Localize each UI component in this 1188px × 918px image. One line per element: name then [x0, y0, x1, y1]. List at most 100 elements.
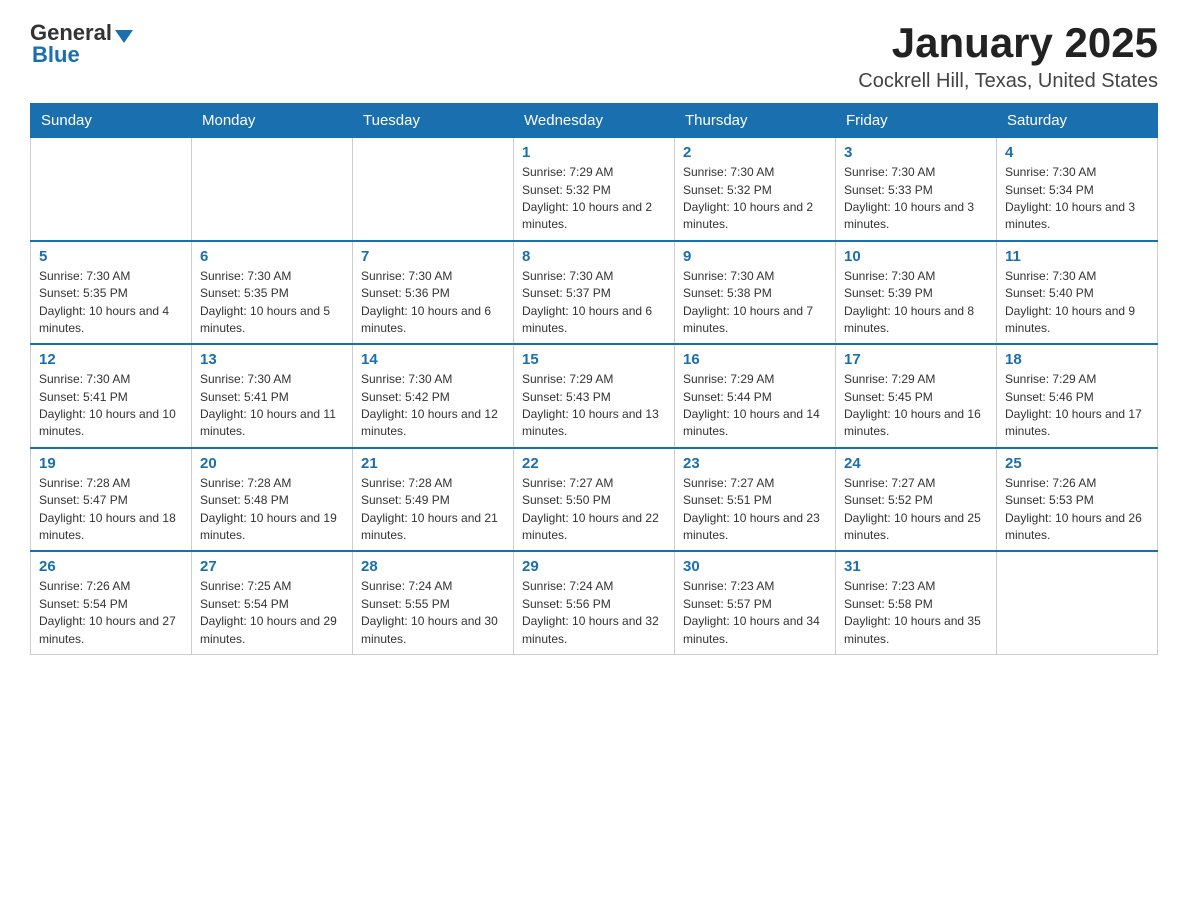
day-details: Sunrise: 7:29 AMSunset: 5:46 PMDaylight:…	[1005, 371, 1149, 441]
calendar-cell: 5 Sunrise: 7:30 AMSunset: 5:35 PMDaylight…	[31, 241, 192, 345]
calendar-cell: 25 Sunrise: 7:26 AMSunset: 5:53 PMDayligh…	[997, 448, 1158, 552]
day-details: Sunrise: 7:29 AMSunset: 5:43 PMDaylight:…	[522, 371, 666, 441]
calendar-cell: 31Sunrise: 7:23 AMSunset: 5:58 PMDayligh…	[836, 551, 997, 654]
calendar-cell: 29 Sunrise: 7:24 AMSunset: 5:56 PMDayligh…	[514, 551, 675, 654]
day-number: 9	[683, 248, 827, 265]
calendar-cell: 19Sunrise: 7:28 AMSunset: 5:47 PMDayligh…	[31, 448, 192, 552]
day-number: 30	[683, 558, 827, 575]
day-details: Sunrise: 7:30 AMSunset: 5:40 PMDaylight:…	[1005, 268, 1149, 338]
calendar-cell: 2 Sunrise: 7:30 AMSunset: 5:32 PMDaylight…	[675, 138, 836, 241]
day-number: 20	[200, 455, 344, 472]
calendar-cell: 7Sunrise: 7:30 AMSunset: 5:36 PMDaylight…	[353, 241, 514, 345]
calendar-cell: 10Sunrise: 7:30 AMSunset: 5:39 PMDayligh…	[836, 241, 997, 345]
page-header: General Blue January 2025 Cockrell Hill,…	[30, 20, 1158, 93]
calendar-cell: 30 Sunrise: 7:23 AMSunset: 5:57 PMDayligh…	[675, 551, 836, 654]
logo-arrow-icon	[115, 30, 133, 43]
calendar-cell: 14 Sunrise: 7:30 AMSunset: 5:42 PMDayligh…	[353, 344, 514, 448]
day-number: 12	[39, 351, 183, 368]
calendar-week-row: 19Sunrise: 7:28 AMSunset: 5:47 PMDayligh…	[31, 448, 1158, 552]
day-details: Sunrise: 7:23 AMSunset: 5:58 PMDaylight:…	[844, 578, 988, 648]
calendar-week-row: 5 Sunrise: 7:30 AMSunset: 5:35 PMDaylight…	[31, 241, 1158, 345]
calendar-cell: 9 Sunrise: 7:30 AMSunset: 5:38 PMDaylight…	[675, 241, 836, 345]
calendar-cell: 12Sunrise: 7:30 AMSunset: 5:41 PMDayligh…	[31, 344, 192, 448]
day-details: Sunrise: 7:30 AMSunset: 5:42 PMDaylight:…	[361, 371, 505, 441]
calendar-cell	[353, 138, 514, 241]
calendar-header-cell-friday: Friday	[836, 104, 997, 138]
day-details: Sunrise: 7:27 AMSunset: 5:52 PMDaylight:…	[844, 475, 988, 545]
calendar-cell: 23 Sunrise: 7:27 AMSunset: 5:51 PMDayligh…	[675, 448, 836, 552]
day-details: Sunrise: 7:30 AMSunset: 5:34 PMDaylight:…	[1005, 164, 1149, 234]
day-details: Sunrise: 7:24 AMSunset: 5:55 PMDaylight:…	[361, 578, 505, 648]
day-details: Sunrise: 7:27 AMSunset: 5:51 PMDaylight:…	[683, 475, 827, 545]
day-number: 16	[683, 351, 827, 368]
day-details: Sunrise: 7:27 AMSunset: 5:50 PMDaylight:…	[522, 475, 666, 545]
calendar-cell: 26Sunrise: 7:26 AMSunset: 5:54 PMDayligh…	[31, 551, 192, 654]
calendar-header-row: SundayMondayTuesdayWednesdayThursdayFrid…	[31, 104, 1158, 138]
day-number: 3	[844, 144, 988, 161]
calendar-week-row: 12 Sunrise: 7:30 AMSunset: 5:41 PMDayligh…	[31, 344, 1158, 448]
day-details: Sunrise: 7:29 AMSunset: 5:44 PMDaylight:…	[683, 371, 827, 441]
day-number: 14	[361, 351, 505, 368]
day-details: Sunrise: 7:30 AMSunset: 5:41 PMDaylight:…	[200, 371, 344, 441]
calendar-header-cell-sunday: Sunday	[31, 104, 192, 138]
day-details: Sunrise: 7:26 AMSunset: 5:54 PMDaylight:…	[39, 578, 183, 648]
day-details: Sunrise: 7:29 AMSunset: 5:45 PMDaylight:…	[844, 371, 988, 441]
calendar-header: SundayMondayTuesdayWednesdayThursdayFrid…	[31, 104, 1158, 138]
day-details: Sunrise: 7:30 AMSunset: 5:38 PMDaylight:…	[683, 268, 827, 338]
calendar-cell: 1 Sunrise: 7:29 AMSunset: 5:32 PMDaylight…	[514, 138, 675, 241]
calendar-header-cell-thursday: Thursday	[675, 104, 836, 138]
calendar-header-cell-saturday: Saturday	[997, 104, 1158, 138]
calendar-cell	[31, 138, 192, 241]
day-number: 27	[200, 558, 344, 575]
calendar-cell: 16 Sunrise: 7:29 AMSunset: 5:44 PMDayligh…	[675, 344, 836, 448]
day-number: 18	[1005, 351, 1149, 368]
day-details: Sunrise: 7:30 AMSunset: 5:37 PMDaylight:…	[522, 268, 666, 338]
day-number: 23	[683, 455, 827, 472]
day-number: 8	[522, 248, 666, 265]
day-number: 25	[1005, 455, 1149, 472]
day-number: 29	[522, 558, 666, 575]
day-details: Sunrise: 7:23 AMSunset: 5:57 PMDaylight:…	[683, 578, 827, 648]
calendar-week-row: 26Sunrise: 7:26 AMSunset: 5:54 PMDayligh…	[31, 551, 1158, 654]
calendar-cell: 18 Sunrise: 7:29 AMSunset: 5:46 PMDayligh…	[997, 344, 1158, 448]
page-title: January 2025	[858, 20, 1158, 66]
calendar-cell: 27 Sunrise: 7:25 AMSunset: 5:54 PMDayligh…	[192, 551, 353, 654]
title-block: January 2025 Cockrell Hill, Texas, Unite…	[858, 20, 1158, 93]
calendar-cell: 24 Sunrise: 7:27 AMSunset: 5:52 PMDayligh…	[836, 448, 997, 552]
day-number: 1	[522, 144, 666, 161]
calendar-cell	[192, 138, 353, 241]
calendar-cell: 3Sunrise: 7:30 AMSunset: 5:33 PMDaylight…	[836, 138, 997, 241]
calendar-body: 1 Sunrise: 7:29 AMSunset: 5:32 PMDaylight…	[31, 138, 1158, 655]
day-number: 2	[683, 144, 827, 161]
calendar-cell: 13 Sunrise: 7:30 AMSunset: 5:41 PMDayligh…	[192, 344, 353, 448]
calendar-week-row: 1 Sunrise: 7:29 AMSunset: 5:32 PMDaylight…	[31, 138, 1158, 241]
day-details: Sunrise: 7:30 AMSunset: 5:35 PMDaylight:…	[200, 268, 344, 338]
day-number: 13	[200, 351, 344, 368]
calendar-cell: 22 Sunrise: 7:27 AMSunset: 5:50 PMDayligh…	[514, 448, 675, 552]
calendar-cell: 8 Sunrise: 7:30 AMSunset: 5:37 PMDaylight…	[514, 241, 675, 345]
day-details: Sunrise: 7:30 AMSunset: 5:35 PMDaylight:…	[39, 268, 183, 338]
day-number: 17	[844, 351, 988, 368]
calendar-cell: 28 Sunrise: 7:24 AMSunset: 5:55 PMDayligh…	[353, 551, 514, 654]
day-details: Sunrise: 7:24 AMSunset: 5:56 PMDaylight:…	[522, 578, 666, 648]
calendar-header-cell-monday: Monday	[192, 104, 353, 138]
day-number: 15	[522, 351, 666, 368]
day-details: Sunrise: 7:25 AMSunset: 5:54 PMDaylight:…	[200, 578, 344, 648]
day-number: 22	[522, 455, 666, 472]
logo-blue-text: Blue	[32, 42, 80, 68]
day-number: 10	[844, 248, 988, 265]
calendar-cell: 21Sunrise: 7:28 AMSunset: 5:49 PMDayligh…	[353, 448, 514, 552]
day-number: 28	[361, 558, 505, 575]
day-number: 11	[1005, 248, 1149, 265]
day-details: Sunrise: 7:29 AMSunset: 5:32 PMDaylight:…	[522, 164, 666, 234]
page-subtitle: Cockrell Hill, Texas, United States	[858, 70, 1158, 93]
day-details: Sunrise: 7:30 AMSunset: 5:32 PMDaylight:…	[683, 164, 827, 234]
day-number: 24	[844, 455, 988, 472]
day-number: 5	[39, 248, 183, 265]
calendar-cell: 11 Sunrise: 7:30 AMSunset: 5:40 PMDayligh…	[997, 241, 1158, 345]
day-number: 21	[361, 455, 505, 472]
day-details: Sunrise: 7:26 AMSunset: 5:53 PMDaylight:…	[1005, 475, 1149, 545]
calendar-table: SundayMondayTuesdayWednesdayThursdayFrid…	[30, 103, 1158, 655]
calendar-cell	[997, 551, 1158, 654]
logo: General Blue	[30, 20, 133, 68]
